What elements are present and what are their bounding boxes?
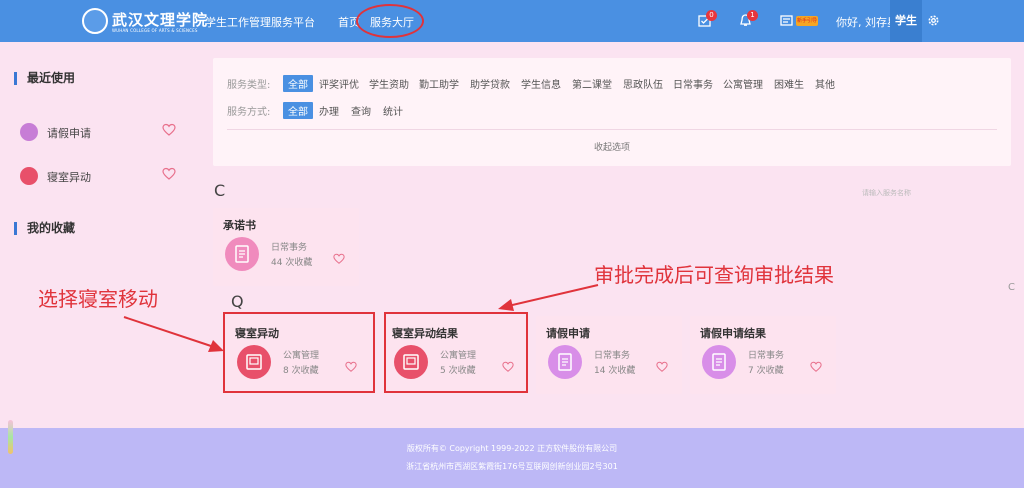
footer-address: 浙江省杭州市西湖区紫霞街176号互联网创新创业园2号301	[406, 462, 618, 471]
footer-copyright: 版权所有© Copyright 1999-2022 正方软件股份有限公司	[406, 444, 618, 453]
annotation-arrows	[123, 284, 599, 352]
scroll-indicator[interactable]	[8, 420, 13, 454]
footer: 版权所有© Copyright 1999-2022 正方软件股份有限公司 浙江省…	[0, 428, 1024, 488]
side-letter: C	[1008, 282, 1015, 293]
